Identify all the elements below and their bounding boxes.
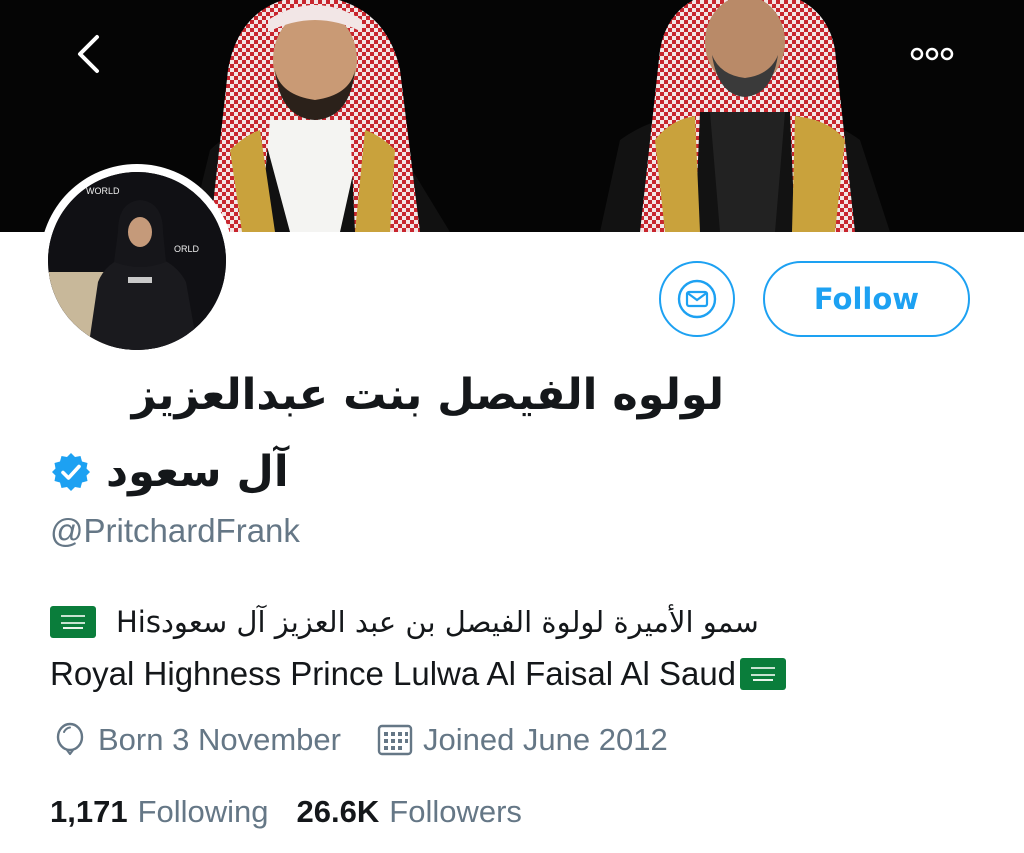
avatar-logo-text: WORLD xyxy=(86,186,120,196)
following-label: Following xyxy=(137,794,269,829)
profile-avatar[interactable]: WORLD ORLD xyxy=(40,164,234,358)
followers-label: Followers xyxy=(389,794,522,829)
birthday-item: Born 3 November xyxy=(50,720,341,760)
saudi-flag-icon xyxy=(50,606,96,638)
profile-stats: 1,171 Following 26.6K Followers xyxy=(50,788,522,836)
profile-page: WORLD ORLD Follow لولوه الفيصل بنت عبدال… xyxy=(0,0,1024,853)
envelope-icon xyxy=(677,279,717,319)
display-name-line-2-row: آل سعود xyxy=(50,442,330,502)
avatar-photo: WORLD ORLD xyxy=(48,172,226,350)
banner-figure-right xyxy=(600,0,890,232)
message-button[interactable] xyxy=(659,261,735,337)
saudi-flag-icon xyxy=(740,658,787,690)
back-button[interactable] xyxy=(62,28,114,80)
more-dots-icon xyxy=(910,47,954,61)
followers-count: 26.6K xyxy=(296,794,380,829)
following-link[interactable]: 1,171 Following xyxy=(50,794,269,830)
username-handle: @PritchardFrank xyxy=(50,512,300,549)
bio-english-text: Royal Highness Prince Lulwa Al Faisal Al… xyxy=(50,655,737,692)
display-name-line-1: لولوه الفيصل بنت عبدالعزيز xyxy=(131,370,724,420)
bio-line-2: Royal Highness Prince Lulwa Al Faisal Al… xyxy=(50,652,970,696)
profile-meta: Born 3 November Joined June 2012 xyxy=(50,716,668,764)
avatar-image: WORLD ORLD xyxy=(48,172,226,350)
avatar-logo-text-2: ORLD xyxy=(174,244,200,254)
display-name-line-2: آل سعود xyxy=(106,447,289,497)
following-count: 1,171 xyxy=(50,794,128,829)
bio-arabic-text: سمو الأميرة لولوة الفيصل بن عبد العزيز آ… xyxy=(116,605,759,639)
more-options-button[interactable] xyxy=(900,32,964,76)
balloon-icon xyxy=(56,722,84,756)
chevron-left-icon xyxy=(78,35,99,73)
calendar-icon xyxy=(377,724,413,756)
followers-link[interactable]: 26.6K Followers xyxy=(297,794,522,830)
joined-item: Joined June 2012 xyxy=(375,720,668,760)
joined-text: Joined June 2012 xyxy=(422,722,668,757)
birthday-text: Born 3 November xyxy=(98,722,341,757)
bio-line-1: سمو الأميرة لولوة الفيصل بن عبد العزيز آ… xyxy=(50,600,950,644)
follow-button[interactable]: Follow xyxy=(763,261,970,337)
verified-badge-icon xyxy=(52,453,90,491)
